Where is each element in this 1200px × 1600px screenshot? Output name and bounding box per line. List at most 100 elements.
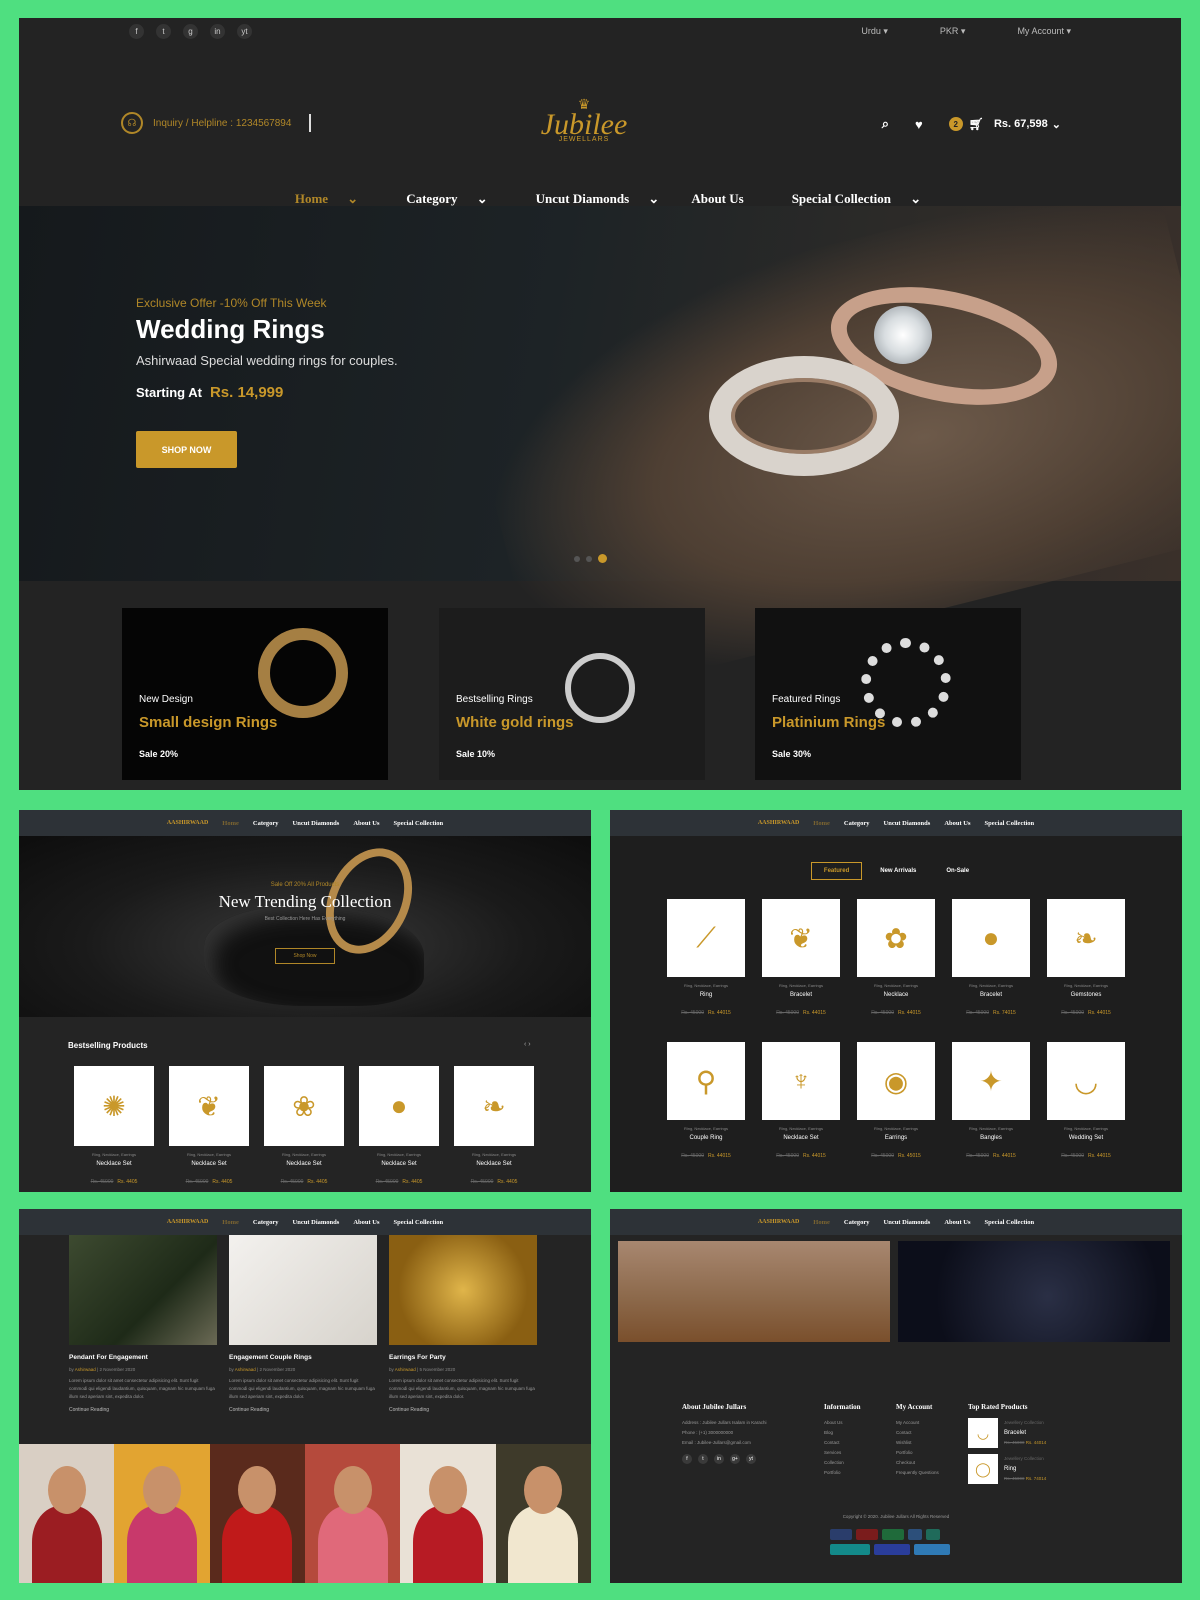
footer-link[interactable]: About Us [824,1418,896,1428]
nav-special-collection[interactable]: Special Collection ⌄ [776,191,921,207]
banner-small-design[interactable]: New Design Small design Rings Sale 20% [122,608,388,780]
cart-icon[interactable]: 🛒︎ [969,117,984,131]
footer-link[interactable]: Checkout [896,1458,968,1468]
product-card[interactable]: ❧ Ring, Necklace, Earrings Gemstones Rs. 45… [1047,899,1125,1042]
product-card[interactable]: ✺ Ring, Necklace, Earrings Necklace Set Rs.… [74,1066,154,1185]
youtube-icon[interactable]: yt [746,1454,756,1464]
language-select[interactable]: Urdu ▾ [835,26,888,37]
product-card[interactable]: ⟋ Ring, Necklace, Earrings Ring Rs. 45000 Rs… [667,899,745,1042]
blog-post[interactable]: Pendant For Engagement by Ashirwaad | 2 … [69,1235,217,1413]
gallery-image[interactable] [114,1444,210,1583]
facebook-icon[interactable]: f [129,23,144,39]
gallery-image[interactable] [495,1444,591,1583]
gallery-image[interactable] [400,1444,496,1583]
google-icon[interactable]: g [183,23,198,39]
top-rated-item[interactable]: ◯ Jewellery Collection Ring Rs. 45000 Rs. 7… [968,1454,1078,1484]
footer-link[interactable]: Portfolio [896,1448,968,1458]
footer-link[interactable]: Contact [824,1438,896,1448]
product-card[interactable]: ♆ Ring, Necklace, Earrings Necklace Set Rs.… [762,1042,840,1185]
product-card[interactable]: ❧ Ring, Necklace, Earrings Necklace Set Rs.… [454,1066,534,1185]
tiara-image[interactable] [618,1241,890,1342]
subnav-category[interactable]: Category [844,820,870,827]
subnav-special[interactable]: Special Collection [985,820,1035,827]
linkedin-icon[interactable]: in [714,1454,724,1464]
subnav-special[interactable]: Special Collection [985,1219,1035,1226]
slider-dot-active[interactable] [598,554,607,563]
product-card[interactable]: ✿ Ring, Necklace, Earrings Necklace Rs. 450… [857,899,935,1042]
subnav-about[interactable]: About Us [944,820,970,827]
product-card[interactable]: ⚲ Ring, Necklace, Earrings Couple Ring Rs. … [667,1042,745,1185]
product-card[interactable]: ❀ Ring, Necklace, Earrings Necklace Set Rs.… [264,1066,344,1185]
tab-on-sale[interactable]: On-Sale [934,863,981,879]
subnav-home[interactable]: Home [813,820,830,827]
pendant-image[interactable] [898,1241,1170,1342]
subnav-about[interactable]: About Us [944,1219,970,1226]
continue-reading-link[interactable]: Continue Reading [229,1407,377,1413]
subnav-category[interactable]: Category [253,820,279,827]
currency-select[interactable]: PKR ▾ [914,26,966,37]
banner-white-gold[interactable]: Bestselling Rings White gold rings Sale … [439,608,705,780]
gallery-image[interactable] [19,1444,115,1583]
footer-link[interactable]: Blog [824,1428,896,1438]
subnav-logo[interactable]: AASHIRWAAD [758,1219,799,1225]
subnav-home[interactable]: Home [813,1219,830,1226]
youtube-icon[interactable]: yt [237,23,252,39]
footer-link[interactable]: Frequently Questions [896,1468,968,1478]
product-card[interactable]: ◉ Ring, Necklace, Earrings Earrings Rs. 450… [857,1042,935,1185]
subnav-home[interactable]: Home [222,1219,239,1226]
nav-uncut-diamonds[interactable]: Uncut Diamonds ⌄ [520,191,660,207]
google-plus-icon[interactable]: g+ [730,1454,740,1464]
heart-icon[interactable]: ♥ [915,117,923,132]
subnav-uncut[interactable]: Uncut Diamonds [293,820,340,827]
continue-reading-link[interactable]: Continue Reading [389,1407,537,1413]
top-rated-item[interactable]: ◡ Jewellery Collection Bracelet Rs. 45000 R… [968,1418,1078,1448]
nav-about-us[interactable]: About Us [691,191,743,207]
blog-post[interactable]: Engagement Couple Rings by Ashirwaad | 2… [229,1235,377,1413]
subnav-special[interactable]: Special Collection [394,1219,444,1226]
continue-reading-link[interactable]: Continue Reading [69,1407,217,1413]
product-card[interactable]: ❦ Ring, Necklace, Earrings Necklace Set Rs.… [169,1066,249,1185]
trending-button[interactable]: Shop Now [275,948,335,964]
subnav-category[interactable]: Category [844,1219,870,1226]
banner-platinium[interactable]: Featured Rings Platinium Rings Sale 30% [755,608,1021,780]
tab-featured[interactable]: Featured [810,862,863,880]
gallery-image[interactable] [304,1444,401,1583]
subnav-about[interactable]: About Us [353,1219,379,1226]
product-card[interactable]: ● Ring, Necklace, Earrings Necklace Set Rs.… [359,1066,439,1185]
footer-link[interactable]: Wishlist [896,1438,968,1448]
slider-dot[interactable] [574,555,580,562]
chevron-down-icon[interactable]: ⌄ [1052,118,1061,131]
nav-category[interactable]: Category ⌄ [390,191,487,207]
footer-link[interactable]: Portfolio [824,1468,896,1478]
cart-total[interactable]: Rs. 67,598 [994,118,1048,130]
facebook-icon[interactable]: f [682,1454,692,1464]
shop-now-button[interactable]: SHOP NOW [136,431,237,468]
gallery-image[interactable] [209,1444,305,1583]
subnav-uncut[interactable]: Uncut Diamonds [884,820,931,827]
footer-link[interactable]: Collection [824,1458,896,1468]
instagram-icon[interactable]: in [210,23,225,39]
account-menu[interactable]: My Account ▾ [991,26,1071,37]
logo[interactable]: ♛ Jubilee JEWELLARS [529,97,639,143]
footer-link[interactable]: Services [824,1448,896,1458]
subnav-category[interactable]: Category [253,1219,279,1226]
subnav-logo[interactable]: AASHIRWAAD [167,820,208,826]
slider-dot[interactable] [586,555,592,562]
search-icon[interactable]: ⌕ [882,116,889,132]
subnav-home[interactable]: Home [222,820,239,827]
twitter-icon[interactable]: t [156,23,171,39]
nav-home[interactable]: Home ⌄ [279,191,358,207]
carousel-arrows[interactable]: ‹ › [524,1041,531,1048]
product-card[interactable]: ✦ Ring, Necklace, Earrings Bangles Rs. 4500… [952,1042,1030,1185]
blog-post[interactable]: Earrings For Party by Ashirwaad | 5 Nove… [389,1235,537,1413]
subnav-special[interactable]: Special Collection [394,820,444,827]
product-card[interactable]: ❦ Ring, Necklace, Earrings Bracelet Rs. 450… [762,899,840,1042]
footer-link[interactable]: Contact [896,1428,968,1438]
twitter-icon[interactable]: t [698,1454,708,1464]
product-card[interactable]: ◡ Ring, Necklace, Earrings Wedding Set Rs. … [1047,1042,1125,1185]
subnav-logo[interactable]: AASHIRWAAD [167,1219,208,1225]
subnav-about[interactable]: About Us [353,820,379,827]
subnav-uncut[interactable]: Uncut Diamonds [884,1219,931,1226]
subnav-logo[interactable]: AASHIRWAAD [758,820,799,826]
subnav-uncut[interactable]: Uncut Diamonds [293,1219,340,1226]
